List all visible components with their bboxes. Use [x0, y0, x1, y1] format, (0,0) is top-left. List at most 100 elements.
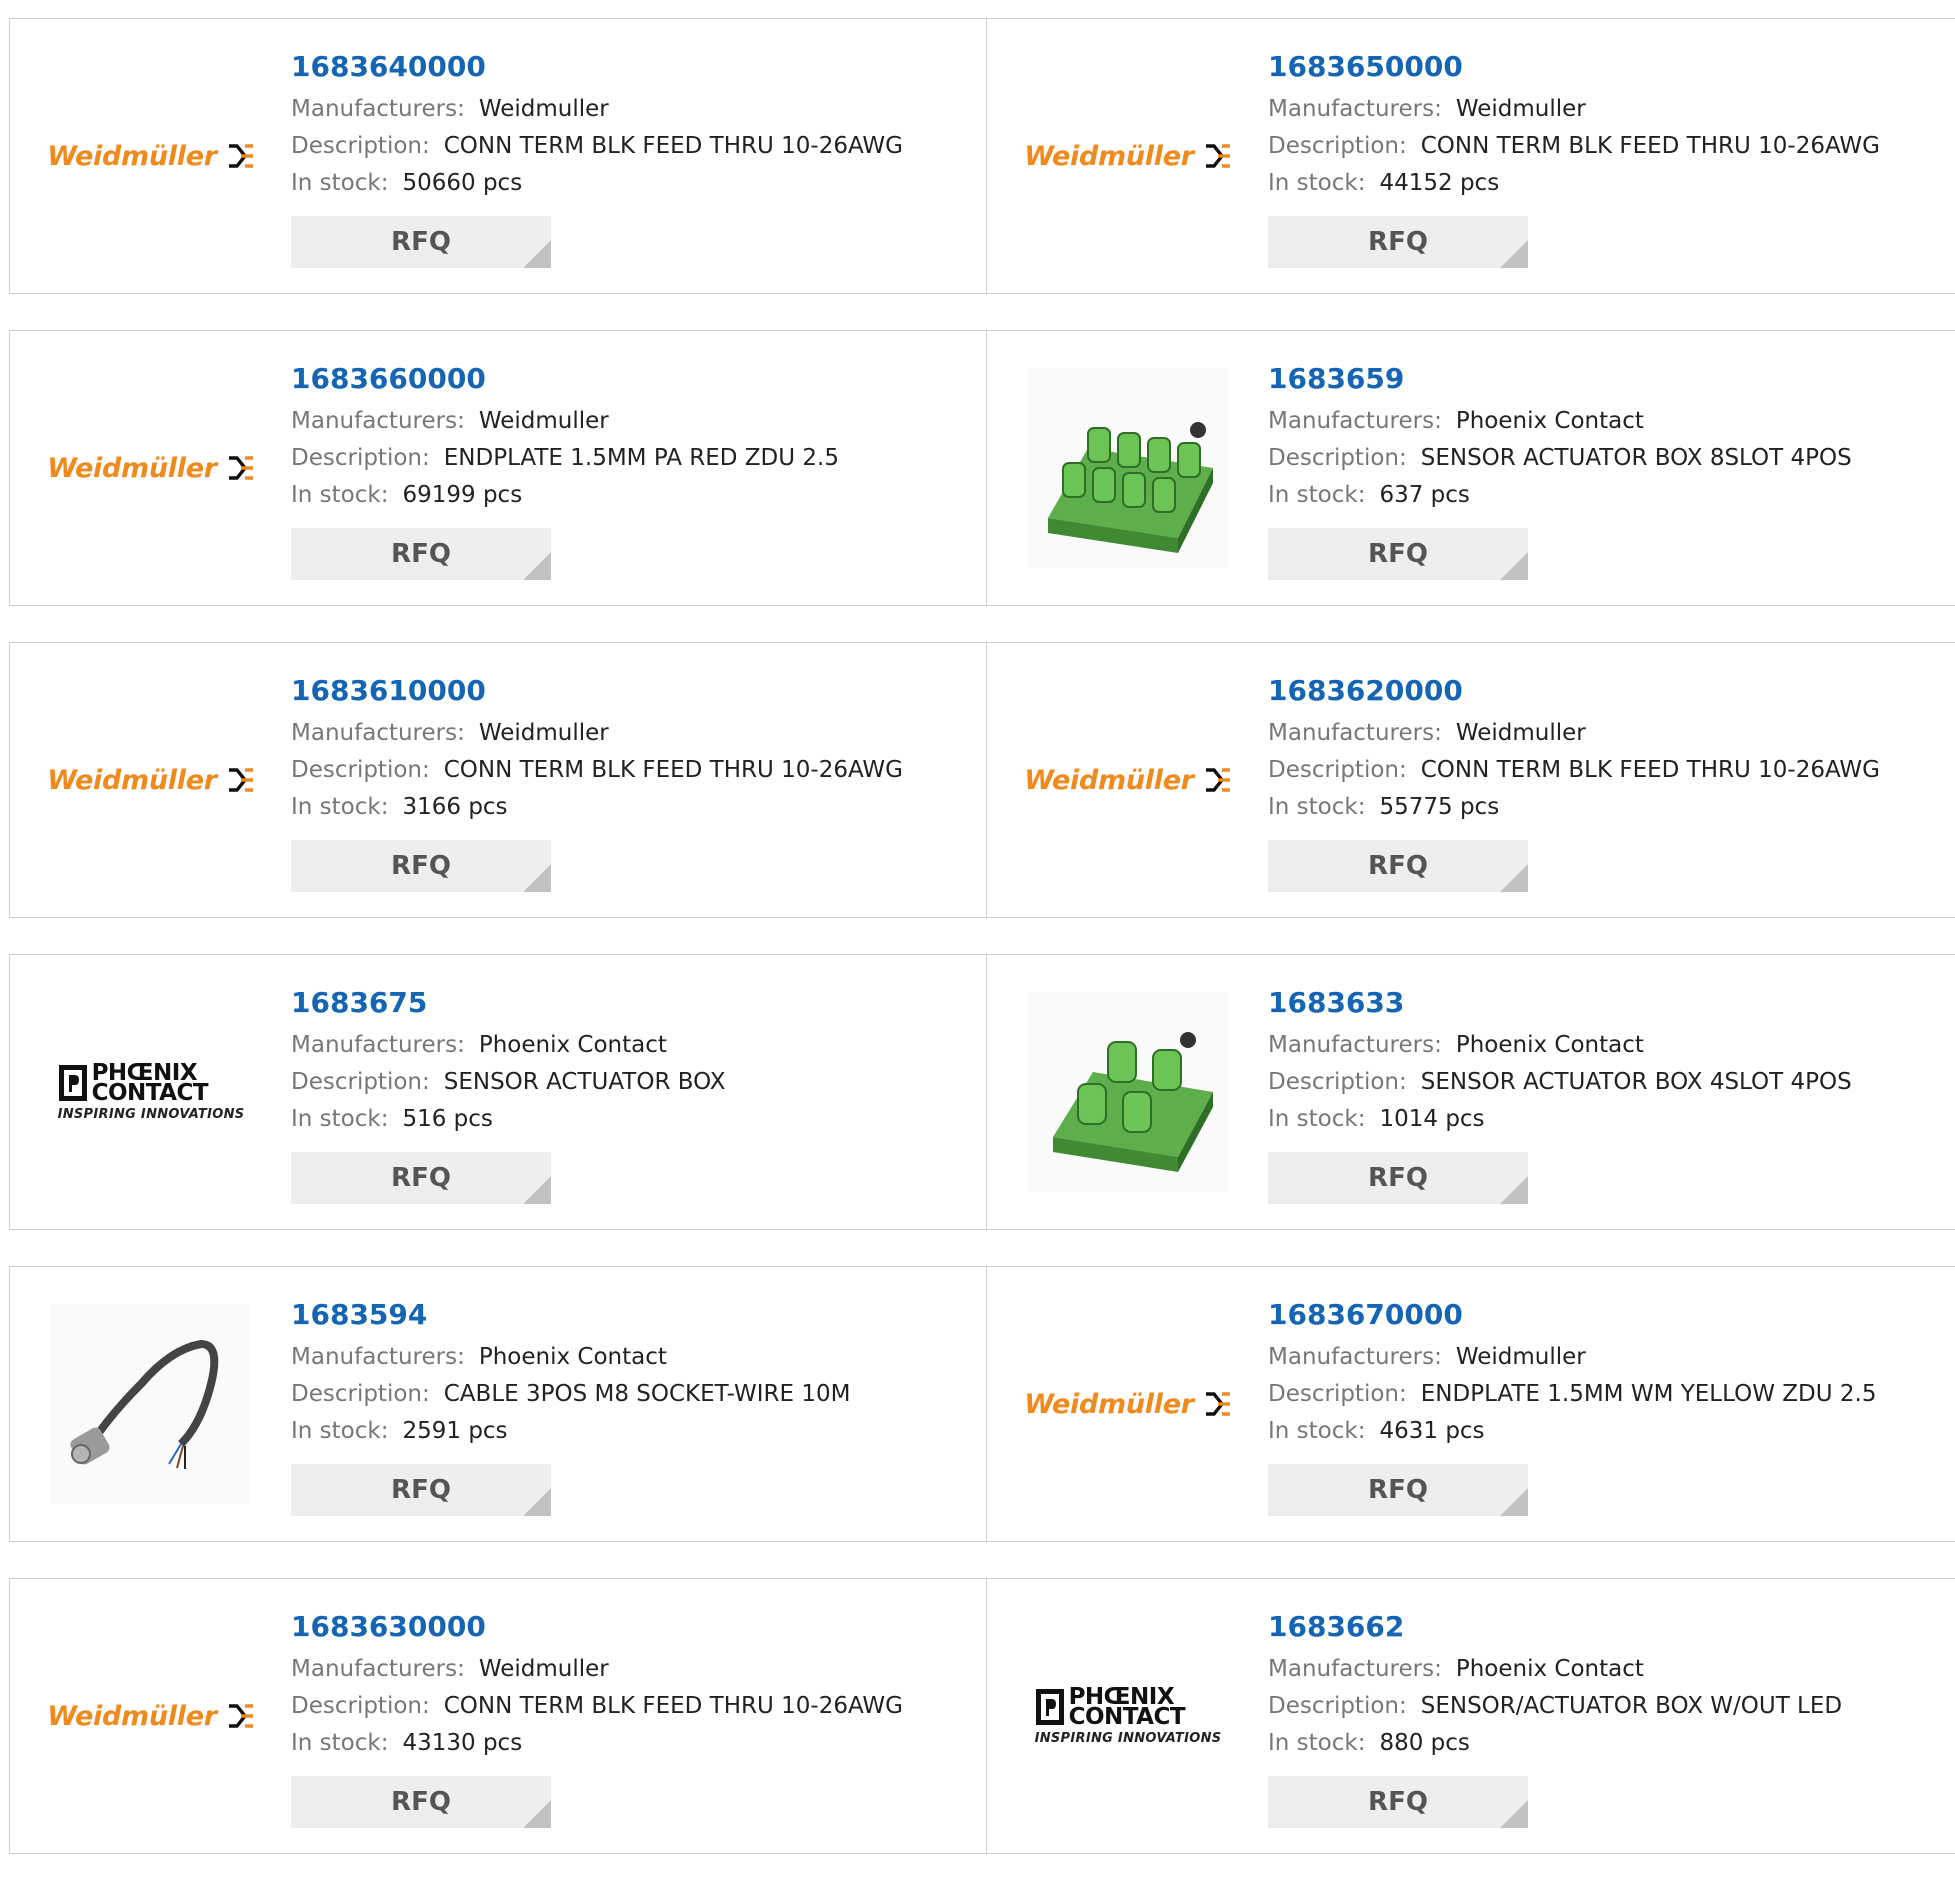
product-info: 1683640000 Manufacturers: Weidmuller Desc… [291, 47, 903, 268]
weidmuller-logo: Weidmüller [47, 453, 254, 484]
stock-line: In stock: 516 pcs [291, 1101, 726, 1138]
description-line: Description: CONN TERM BLK FEED THRU 10-2… [291, 1688, 903, 1725]
rfq-button[interactable]: RFQ [1268, 528, 1528, 580]
description-label: Description: [291, 133, 430, 159]
rfq-button[interactable]: RFQ [291, 1776, 551, 1828]
stock-value: 516 pcs [402, 1106, 493, 1132]
part-number-link[interactable]: 1683675 [291, 983, 726, 1023]
sensor-box-4slot-image [1028, 992, 1228, 1192]
product-info: 1683630000 Manufacturers: Weidmuller Desc… [291, 1607, 903, 1828]
stock-value: 2591 pcs [402, 1418, 508, 1444]
phoenix-contact-logo: PHŒNIX CONTACT INSPIRING INNOVATIONS [1034, 1683, 1222, 1746]
stock-line: In stock: 2591 pcs [291, 1413, 850, 1450]
stock-value: 4631 pcs [1379, 1418, 1485, 1444]
manufacturers-label: Manufacturers: [291, 1344, 465, 1370]
manufacturer-value: Phoenix Contact [1455, 408, 1644, 434]
manufacturer-value: Phoenix Contact [1455, 1656, 1644, 1682]
description-label: Description: [291, 1381, 430, 1407]
stock-line: In stock: 4631 pcs [1268, 1413, 1876, 1450]
product-image: Weidmüller [47, 677, 254, 883]
product-image: Weidmüller [1024, 677, 1231, 883]
weidmuller-cross-icon [228, 456, 253, 480]
part-number-link[interactable]: 1683662 [1268, 1607, 1842, 1647]
rfq-button[interactable]: RFQ [291, 1464, 551, 1516]
description-value: CONN TERM BLK FEED THRU 10-26AWG [443, 133, 903, 159]
product-image [1025, 989, 1231, 1195]
manufacturers-label: Manufacturers: [1268, 1344, 1442, 1370]
part-number-link[interactable]: 1683620000 [1268, 671, 1880, 711]
description-line: Description: SENSOR/ACTUATOR BOX W/OUT LE… [1268, 1688, 1842, 1725]
description-line: Description: CONN TERM BLK FEED THRU 10-2… [291, 752, 903, 789]
weidmuller-logo: Weidmüller [1024, 141, 1231, 172]
rfq-button[interactable]: RFQ [1268, 1464, 1528, 1516]
part-number-link[interactable]: 1683660000 [291, 359, 839, 399]
manufacturer-line: Manufacturers: Weidmuller [1268, 715, 1880, 752]
rfq-label: RFQ [1368, 1163, 1428, 1193]
product-info: 1683660000 Manufacturers: Weidmuller Desc… [291, 359, 839, 580]
weidmuller-logo: Weidmüller [1024, 765, 1231, 796]
part-number-link[interactable]: 1683610000 [291, 671, 903, 711]
manufacturer-line: Manufacturers: Weidmuller [291, 1651, 903, 1688]
description-line: Description: ENDPLATE 1.5MM WM YELLOW ZDU… [1268, 1376, 1876, 1413]
rfq-corner-decoration [523, 1176, 551, 1204]
part-number-link[interactable]: 1683633 [1268, 983, 1852, 1023]
product-card: Weidmüller 1683650000 Manufacturers: Weid… [987, 18, 1955, 294]
part-number-link[interactable]: 1683670000 [1268, 1295, 1876, 1335]
part-number-link[interactable]: 1683640000 [291, 47, 903, 87]
product-image: PHŒNIX CONTACT INSPIRING INNOVATIONS [48, 989, 254, 1195]
in-stock-label: In stock: [291, 794, 389, 820]
part-number-link[interactable]: 1683659 [1268, 359, 1852, 399]
weidmuller-cross-icon [1205, 768, 1230, 792]
rfq-button[interactable]: RFQ [1268, 1152, 1528, 1204]
description-label: Description: [1268, 757, 1407, 783]
description-line: Description: CONN TERM BLK FEED THRU 10-2… [1268, 752, 1880, 789]
part-number-link[interactable]: 1683650000 [1268, 47, 1880, 87]
manufacturer-line: Manufacturers: Weidmuller [1268, 91, 1880, 128]
manufacturers-label: Manufacturers: [291, 408, 465, 434]
manufacturer-value: Phoenix Contact [478, 1344, 667, 1370]
product-row: 1683594 Manufacturers: Phoenix Contact De… [9, 1266, 1955, 1542]
product-image: Weidmüller [47, 1613, 254, 1819]
manufacturers-label: Manufacturers: [1268, 1032, 1442, 1058]
manufacturer-value: Weidmuller [478, 408, 609, 434]
description-line: Description: SENSOR ACTUATOR BOX [291, 1064, 726, 1101]
product-card: Weidmüller 1683630000 Manufacturers: Weid… [9, 1578, 987, 1854]
manufacturers-label: Manufacturers: [1268, 408, 1442, 434]
rfq-button[interactable]: RFQ [291, 1152, 551, 1204]
manufacturer-line: Manufacturers: Phoenix Contact [291, 1339, 850, 1376]
product-image: Weidmüller [47, 365, 254, 571]
stock-value: 69199 pcs [402, 482, 523, 508]
manufacturer-value: Weidmuller [1455, 1344, 1586, 1370]
rfq-button[interactable]: RFQ [1268, 216, 1528, 268]
weidmuller-cross-icon [1205, 144, 1230, 168]
description-value: SENSOR ACTUATOR BOX 8SLOT 4POS [1420, 445, 1852, 471]
description-line: Description: SENSOR ACTUATOR BOX 8SLOT 4P… [1268, 440, 1852, 477]
rfq-button[interactable]: RFQ [1268, 1776, 1528, 1828]
stock-line: In stock: 50660 pcs [291, 165, 903, 202]
rfq-button[interactable]: RFQ [291, 840, 551, 892]
product-info: 1683662 Manufacturers: Phoenix Contact De… [1268, 1607, 1842, 1828]
in-stock-label: In stock: [1268, 1730, 1366, 1756]
rfq-button[interactable]: RFQ [291, 216, 551, 268]
in-stock-label: In stock: [1268, 1418, 1366, 1444]
rfq-label: RFQ [1368, 851, 1428, 881]
part-number-link[interactable]: 1683594 [291, 1295, 850, 1335]
phoenix-mark-icon [1035, 1688, 1064, 1725]
rfq-button[interactable]: RFQ [1268, 840, 1528, 892]
weidmuller-cross-icon [1205, 1392, 1230, 1416]
product-image: Weidmüller [1024, 53, 1231, 259]
in-stock-label: In stock: [291, 482, 389, 508]
product-card: PHŒNIX CONTACT INSPIRING INNOVATIONS 168… [9, 954, 987, 1230]
weidmuller-logo: Weidmüller [1024, 1389, 1231, 1420]
rfq-corner-decoration [1500, 864, 1528, 892]
stock-line: In stock: 3166 pcs [291, 789, 903, 826]
description-label: Description: [291, 1069, 430, 1095]
description-line: Description: CONN TERM BLK FEED THRU 10-2… [1268, 128, 1880, 165]
description-label: Description: [291, 757, 430, 783]
description-line: Description: SENSOR ACTUATOR BOX 4SLOT 4P… [1268, 1064, 1852, 1101]
part-number-link[interactable]: 1683630000 [291, 1607, 903, 1647]
product-image: Weidmüller [47, 53, 254, 259]
rfq-button[interactable]: RFQ [291, 528, 551, 580]
rfq-corner-decoration [523, 1488, 551, 1516]
manufacturer-line: Manufacturers: Weidmuller [291, 91, 903, 128]
